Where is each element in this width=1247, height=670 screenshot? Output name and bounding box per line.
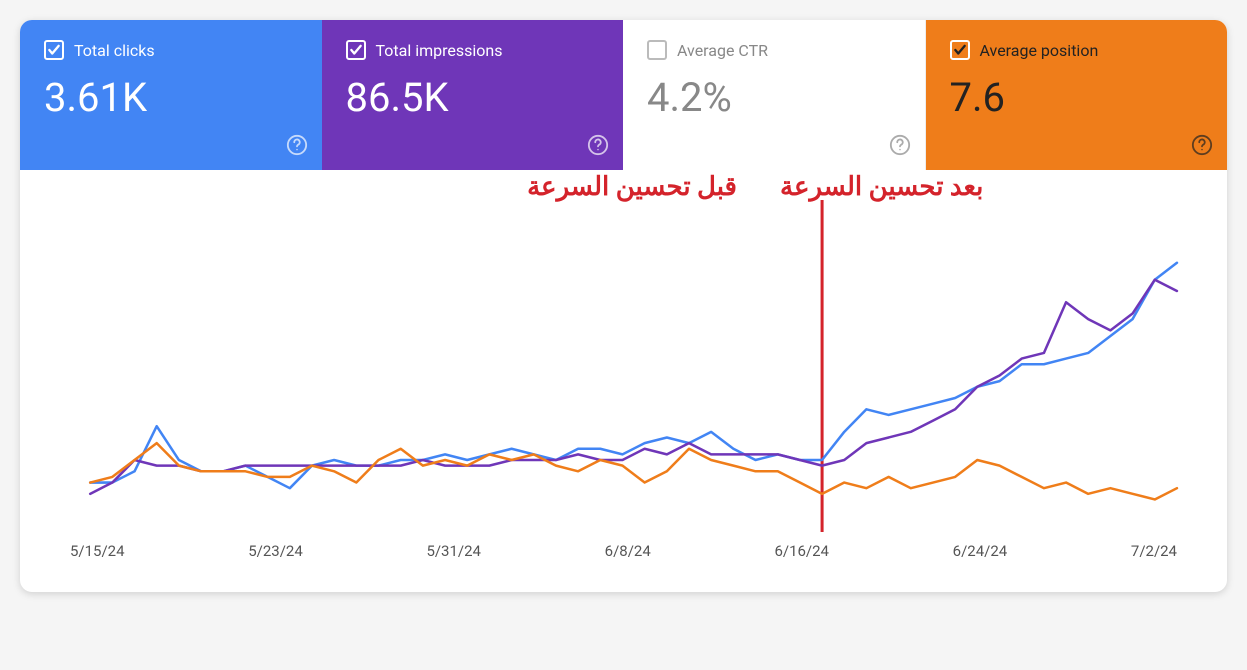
metric-value: 7.6: [950, 78, 1204, 118]
x-tick: 5/31/24: [426, 542, 481, 560]
metric-label: Average position: [980, 41, 1099, 60]
annotation-after: بعد تحسين السرعة: [780, 172, 983, 202]
metric-tile-clicks[interactable]: Total clicks 3.61K: [20, 20, 322, 170]
line-chart: [60, 200, 1187, 532]
annotation-before: قبل تحسين السرعة: [527, 172, 737, 202]
metric-value: 86.5K: [346, 78, 600, 118]
x-tick: 6/24/24: [953, 542, 1008, 560]
series-total-impressions: [90, 280, 1177, 494]
metric-label: Total impressions: [376, 41, 503, 60]
metric-tile-ctr[interactable]: Average CTR 4.2%: [623, 20, 926, 170]
x-tick: 5/15/24: [70, 542, 125, 560]
series-average-position: [90, 443, 1177, 499]
x-tick: 6/8/24: [605, 542, 651, 560]
help-icon[interactable]: [889, 134, 911, 156]
x-axis-ticks: 5/15/24 5/23/24 5/31/24 6/8/24 6/16/24 6/24/2…: [60, 542, 1187, 572]
checkbox-icon: [346, 40, 366, 60]
checkbox-icon: [44, 40, 64, 60]
metric-label: Total clicks: [74, 41, 155, 60]
metric-tile-impressions[interactable]: Total impressions 86.5K: [322, 20, 624, 170]
metric-value: 4.2%: [647, 78, 901, 118]
performance-card: Total clicks 3.61K Total impressions 86.…: [20, 20, 1227, 592]
metric-tile-position[interactable]: Average position 7.6: [926, 20, 1228, 170]
x-tick: 6/16/24: [774, 542, 829, 560]
help-icon[interactable]: [1191, 134, 1213, 156]
help-icon[interactable]: [587, 134, 609, 156]
metrics-row: Total clicks 3.61K Total impressions 86.…: [20, 20, 1227, 170]
checkbox-icon: [647, 40, 667, 60]
metric-label: Average CTR: [677, 41, 768, 60]
help-icon[interactable]: [286, 134, 308, 156]
checkbox-icon: [950, 40, 970, 60]
chart-area: قبل تحسين السرعة بعد تحسين السرعة 5/15/2…: [20, 170, 1227, 592]
x-tick: 5/23/24: [248, 542, 303, 560]
x-tick: 7/2/24: [1131, 542, 1177, 560]
metric-value: 3.61K: [44, 78, 298, 118]
